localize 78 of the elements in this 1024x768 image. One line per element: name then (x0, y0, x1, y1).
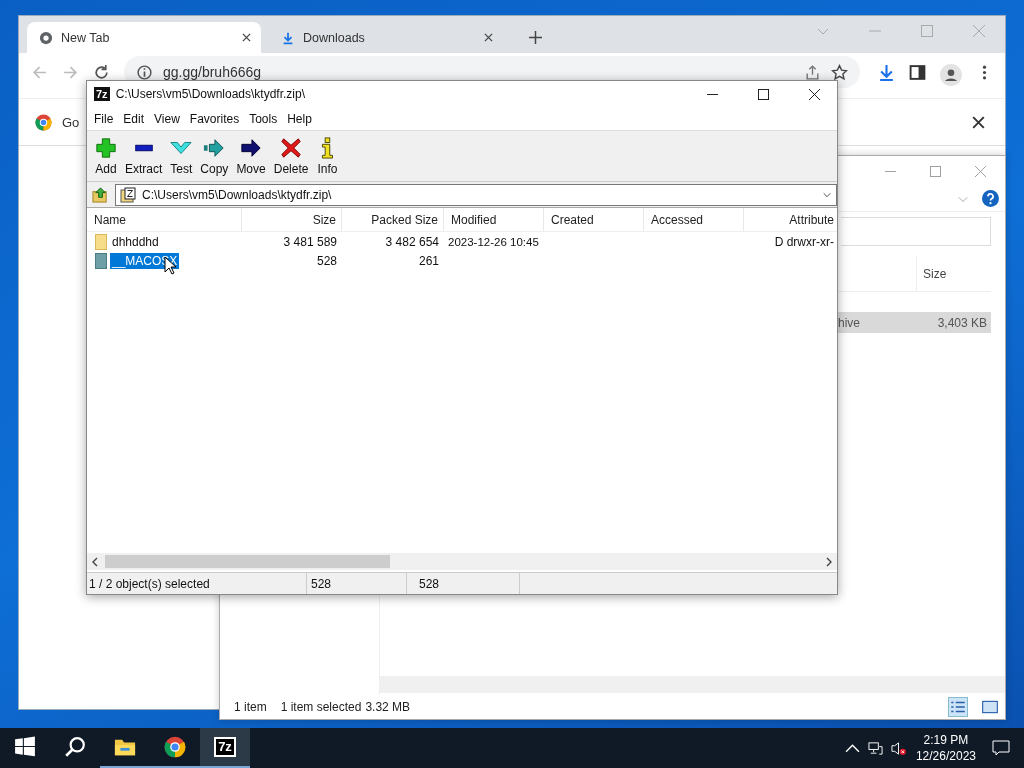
menu-item[interactable]: View (149, 111, 185, 126)
close-icon[interactable] (809, 88, 820, 100)
status-text: 528 (307, 573, 407, 594)
search-icon (64, 736, 86, 758)
large-icons-view-icon[interactable] (981, 698, 999, 716)
column-header[interactable]: Size (242, 208, 342, 231)
file-name[interactable]: dhhddhd (110, 233, 161, 250)
horizontal-scrollbar[interactable] (87, 553, 837, 570)
menu-item[interactable]: Help (282, 111, 317, 126)
toolbar-button[interactable]: Extract (121, 134, 167, 178)
status-text: 1 item selected (280, 700, 362, 714)
plus-icon (95, 136, 117, 159)
menu-item[interactable]: File (89, 111, 119, 126)
network-icon[interactable] (867, 740, 883, 756)
status-text: 1 / 2 object(s) selected (87, 573, 307, 594)
toolbar-button[interactable]: Add (91, 134, 121, 178)
info-icon (136, 63, 153, 81)
horizontal-scrollbar[interactable] (380, 676, 1005, 693)
reload-icon[interactable] (93, 64, 110, 81)
column-header[interactable]: Size (916, 256, 991, 291)
table-cell-text: 3 481 589 (282, 234, 338, 249)
toolbar-button[interactable]: Delete (269, 134, 313, 178)
column-header[interactable]: Accessed (644, 208, 744, 231)
scrollbar-thumb[interactable] (105, 555, 390, 568)
toolbar-button[interactable]: Copy (196, 134, 233, 178)
search-field[interactable] (841, 216, 991, 246)
table-cell-text: 261 (417, 253, 440, 268)
toolbar-button[interactable]: Test (166, 134, 197, 178)
windows-logo-icon (14, 736, 36, 758)
table-cell-text: 3 482 654 (384, 234, 440, 249)
menu-item[interactable]: Tools (244, 111, 283, 126)
right-arrow-icon (240, 136, 263, 159)
table-cell-text: 2023-12-26 10:45 (447, 235, 540, 248)
right-arrow-icon (203, 136, 226, 159)
menu-item[interactable]: Favorites (184, 111, 245, 126)
download-icon (281, 30, 295, 45)
avatar-icon[interactable] (940, 64, 962, 86)
table-cell-text: 528 (315, 253, 338, 268)
scroll-left-icon[interactable] (91, 556, 99, 567)
details-view-icon[interactable] (949, 698, 967, 716)
archive-icon (120, 186, 136, 203)
column-header[interactable]: Attribute (744, 208, 835, 231)
column-header[interactable]: Created (544, 208, 644, 231)
browser-tab[interactable]: New Tab (27, 22, 261, 53)
folder-icon (95, 252, 107, 269)
new-tab-icon[interactable] (529, 31, 542, 44)
browser-tab[interactable]: Downloads (269, 22, 503, 53)
scroll-right-icon[interactable] (825, 556, 833, 567)
clock[interactable]: 2:19 PM 12/26/2023 (915, 732, 976, 764)
maximize-icon[interactable] (758, 88, 769, 100)
close-tab-icon[interactable] (242, 33, 251, 42)
path-field[interactable]: C:\Users\vm5\Downloads\ktydfr.zip\ (115, 183, 837, 206)
window-title: C:\Users\vm5\Downloads\ktydfr.zip\ (115, 87, 306, 101)
side-panel-icon[interactable] (909, 64, 926, 81)
app-logo: 7z (94, 87, 110, 101)
muted-speaker-icon[interactable] (890, 740, 906, 756)
file-row[interactable]: hive 3,403 KB (838, 312, 991, 333)
notifications-icon[interactable] (992, 740, 1010, 756)
status-text: 3.32 MB (365, 700, 411, 714)
close-tab-icon[interactable] (484, 33, 493, 42)
up-folder-icon[interactable] (92, 186, 109, 203)
status-text: 528 (407, 573, 520, 594)
toolbar-button[interactable]: Info (312, 134, 343, 178)
taskbar-button[interactable]: 7z (200, 728, 250, 768)
column-header[interactable]: Packed Size (342, 208, 444, 231)
status-text: 1 item (234, 700, 267, 714)
share-icon[interactable] (804, 63, 821, 81)
column-header[interactable]: Name (87, 208, 242, 231)
toolbar-button[interactable]: Move (232, 134, 270, 178)
banner-text: Go (62, 114, 80, 130)
column-header[interactable]: Modified (444, 208, 544, 231)
help-icon[interactable] (982, 190, 999, 207)
table-cell-text: D drwxr-xr- (773, 234, 835, 249)
menu-item[interactable]: Edit (118, 111, 150, 126)
delete-icon (280, 136, 303, 159)
star-icon[interactable] (831, 63, 848, 81)
download-icon[interactable] (878, 64, 895, 81)
folder-icon (95, 233, 107, 250)
